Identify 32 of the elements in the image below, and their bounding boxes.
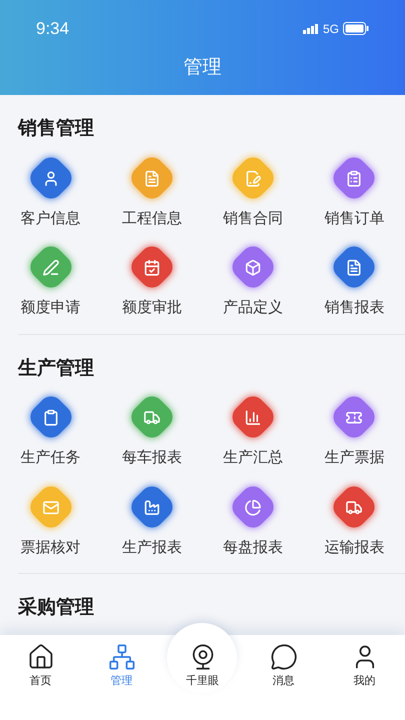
hub-icon: [108, 642, 136, 670]
section-title: 销售管理: [18, 118, 94, 139]
home-icon: [26, 642, 54, 670]
menu-item[interactable]: 额度申请: [0, 245, 102, 320]
menu-item[interactable]: 每盘报表: [202, 484, 304, 559]
battery-icon: [343, 22, 369, 36]
page-title: 管理: [184, 56, 222, 80]
menu-item[interactable]: 生产报表: [101, 484, 202, 559]
menu-item[interactable]: 销售报表: [304, 245, 405, 320]
menu-item[interactable]: 工程信息: [101, 156, 202, 230]
tab-item[interactable]: 千里眼: [162, 642, 243, 689]
tab-item[interactable]: 首页: [0, 642, 81, 689]
menu-item[interactable]: 生产任务: [0, 395, 102, 470]
section-title: 采购管理: [18, 597, 94, 618]
menu-item[interactable]: 生产汇总: [202, 395, 304, 470]
menu-item[interactable]: 销售订单: [304, 156, 405, 230]
chat-icon: [270, 642, 298, 670]
tab-item[interactable]: 我的: [324, 642, 405, 689]
signal-icon: [302, 24, 319, 34]
menu-item[interactable]: 运输报表: [304, 484, 405, 559]
section-title: 生产管理: [18, 358, 94, 378]
tab-item[interactable]: 管理: [81, 642, 162, 689]
menu-item[interactable]: 票据核对: [0, 484, 102, 559]
status-time: 9:34: [36, 18, 70, 40]
menu-item[interactable]: 客户信息: [0, 156, 102, 230]
menu-item[interactable]: 产品定义: [202, 245, 304, 320]
tab-item[interactable]: 消息: [243, 642, 324, 689]
menu-item[interactable]: 每车报表: [101, 395, 202, 470]
menu-item[interactable]: 销售合同: [202, 156, 304, 230]
network-label: 5G: [322, 20, 339, 38]
menu-item[interactable]: 额度审批: [101, 245, 202, 320]
menu-item[interactable]: 生产票据: [304, 395, 405, 470]
